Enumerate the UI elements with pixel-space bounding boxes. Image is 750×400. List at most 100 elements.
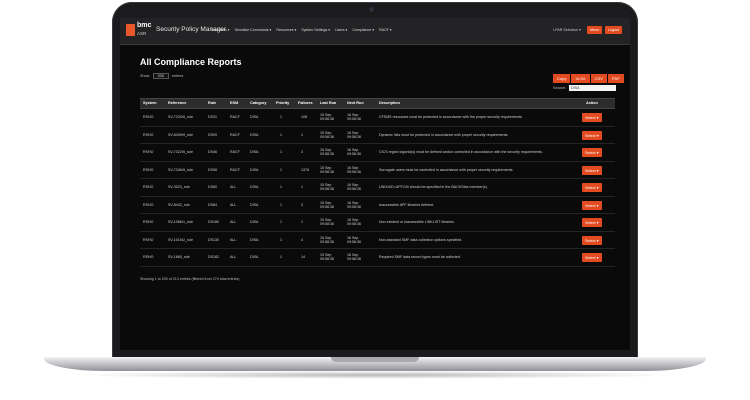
cell-esm: RACF <box>230 150 240 154</box>
col-next-run[interactable]: Next Run <box>347 101 364 105</box>
col-rule[interactable]: Rule <box>208 101 216 105</box>
cell-reference: SV-6409r9_rule <box>168 132 193 137</box>
bmc-logo-icon <box>126 24 135 36</box>
product-name: ASR <box>137 31 147 36</box>
cell-category: DISA <box>250 167 259 172</box>
select-action-button[interactable]: Select ▾ <box>582 165 602 175</box>
cell-description: UNIXUID=APF240 should be specified in th… <box>379 185 488 189</box>
laptop-screen: bmc ASR Security Policy Manager Data Set… <box>120 18 630 350</box>
cell-next-run: 16 Sep 09:58:36 <box>347 253 361 262</box>
cell-description: CFSMS resources must be protected in acc… <box>379 115 523 119</box>
col-action[interactable]: Action <box>586 101 598 105</box>
cell-system: RSHO <box>143 255 154 259</box>
cell-rule: DS84 <box>208 202 217 207</box>
webcam <box>369 7 374 12</box>
select-action-button[interactable]: Select ▾ <box>582 130 602 140</box>
cell-esm: ALL <box>230 220 237 224</box>
cell-next-run: 16 Sep 09:58:36 <box>347 235 361 244</box>
select-action-button[interactable]: Select ▾ <box>582 200 602 210</box>
cell-reference: SV-1665_rule <box>168 255 190 259</box>
cell-failures: 14 <box>301 255 305 259</box>
search-label: Search: <box>553 86 567 90</box>
main-menu: Data Sets ▾ Sensitive Commands ▾ Resourc… <box>211 28 392 32</box>
cell-next-run: 16 Sep 09:58:36 <box>347 200 361 209</box>
cell-failures: 1 <box>301 220 303 224</box>
table-row[interactable]: RSHO SV-1086r1_rule DS180 ALL DISA 1 1 15 Sep 09… <box>140 214 615 232</box>
search-input[interactable]: DISA <box>569 85 617 91</box>
menu-data-sets[interactable]: Data Sets ▾ <box>211 28 230 32</box>
table-row[interactable]: RSHO SV-1665_rule DS182 ALL DISA 1 14 15 Sep 09:… <box>140 249 615 267</box>
cell-rule: DS180 <box>208 220 219 224</box>
cell-description: Dynamic lists must be protected in accor… <box>379 132 509 137</box>
menu-sensitive-commands[interactable]: Sensitive Commands ▾ <box>235 28 272 32</box>
col-esm[interactable]: ESM <box>230 101 238 105</box>
lpar-selector[interactable]: LPAR Selection ▾ <box>553 28 581 32</box>
menu-resources[interactable]: Resources ▾ <box>276 28 296 32</box>
cell-priority: 1 <box>280 115 282 119</box>
cell-reference: SV-7322r5_rule <box>168 150 193 154</box>
cell-esm: ALL <box>230 255 237 259</box>
cell-next-run: 16 Sep 09:58:36 <box>347 183 361 192</box>
table-row[interactable]: RSHO SV-1016r2_rule DS130 ALL DISA 1 4 15 Sep 09… <box>140 232 615 249</box>
cell-last-run: 15 Sep 09:58:36 <box>320 130 334 139</box>
cell-rule: DS46 <box>208 150 217 154</box>
compliance-table: System Reference Rule ESM Category Prior… <box>140 98 615 267</box>
logout-button[interactable]: Logout <box>605 26 622 34</box>
copy-button[interactable]: Copy <box>553 74 571 83</box>
cell-category: DISA <box>250 220 259 224</box>
table-row[interactable]: RSHO SV-6409r9_rule DS09 RACF DISA 1 1 15 Sep 09… <box>140 127 615 144</box>
table-row[interactable]: RSHO SV-8442_rule DS84 ALL DISA 1 3 15 Sep 09:58… <box>140 197 615 214</box>
select-action-button[interactable]: Select ▾ <box>582 253 602 262</box>
table-row[interactable]: RSHO SV-7233r5_rule DS31 RACF DISA 1 108 15 Sep… <box>140 109 615 127</box>
cell-esm: RACF <box>230 167 240 172</box>
table-row[interactable]: RSHO SV-3023_rule DS80 ALL DISA 1 1 15 Sep 09:58… <box>140 179 615 197</box>
select-action-button[interactable]: Select ▾ <box>582 113 602 122</box>
select-action-button[interactable]: Select ▾ <box>582 148 602 157</box>
cell-category: DISA <box>250 185 259 189</box>
col-description[interactable]: Description <box>379 101 400 105</box>
cell-failures: 3 <box>301 150 303 154</box>
entries-label: entries <box>171 74 184 78</box>
cell-next-run: 16 Sep 09:58:36 <box>347 148 361 157</box>
table-row[interactable]: RSHO SV-7322r5_rule DS46 RACF DISA 1 3 15 Sep 09… <box>140 144 615 162</box>
menu-compliance[interactable]: Compliance ▾ <box>352 28 374 32</box>
cell-priority: 1 <box>280 185 282 189</box>
col-priority[interactable]: Priority <box>276 101 289 105</box>
cell-category: DISA <box>250 255 259 259</box>
cell-description: Inaccessible APF libraries defined. <box>379 202 434 207</box>
cell-priority: 1 <box>280 202 282 207</box>
brand-name: bmc <box>137 22 152 29</box>
col-category[interactable]: Category <box>250 101 266 105</box>
page-length-select[interactable]: 200 <box>152 73 169 79</box>
cell-failures: 4 <box>301 237 303 242</box>
menu-racf[interactable]: RACF ▾ <box>379 28 392 32</box>
cell-last-run: 15 Sep 09:58:36 <box>320 218 334 227</box>
cell-description: Required SMF data record types must be c… <box>379 255 461 259</box>
cell-system: RSHO <box>143 167 154 172</box>
cell-system: RSHO <box>143 202 154 207</box>
cell-priority: 1 <box>280 220 282 224</box>
menu-button[interactable]: Menu <box>587 26 602 34</box>
col-failures[interactable]: Failures <box>298 101 313 105</box>
cell-esm: RACF <box>230 132 240 137</box>
menu-users[interactable]: Users ▾ <box>335 28 347 32</box>
pdf-button[interactable]: PDF <box>607 74 624 83</box>
table-row[interactable]: RSHO SV-7346r5_rule DS58 RACF DISA 1 1378 15 Se… <box>140 162 615 179</box>
navbar: bmc ASR Security Policy Manager Data Set… <box>120 18 630 45</box>
col-system[interactable]: System <box>143 101 157 105</box>
select-action-button[interactable]: Select ▾ <box>582 235 602 245</box>
menu-system-settings[interactable]: System Settings ▾ <box>301 28 330 32</box>
cell-category: DISA <box>250 237 259 242</box>
select-action-button[interactable]: Select ▾ <box>582 183 602 192</box>
csv-button[interactable]: CSV <box>590 74 607 83</box>
col-last-run[interactable]: Last Run <box>320 101 336 105</box>
cell-priority: 1 <box>280 255 282 259</box>
page-length-control: Show 200 entries <box>140 73 183 79</box>
select-action-button[interactable]: Select ▾ <box>582 218 602 227</box>
cell-description: Non-standard SMF data collection options… <box>379 237 463 242</box>
xlsx-button[interactable]: XLSX <box>571 74 590 83</box>
page-title: All Compliance Reports <box>140 57 242 67</box>
cell-failures: 1378 <box>301 167 309 172</box>
col-reference[interactable]: Reference <box>168 101 186 105</box>
cell-description: Surrogate users must be controlled in ac… <box>379 167 514 172</box>
